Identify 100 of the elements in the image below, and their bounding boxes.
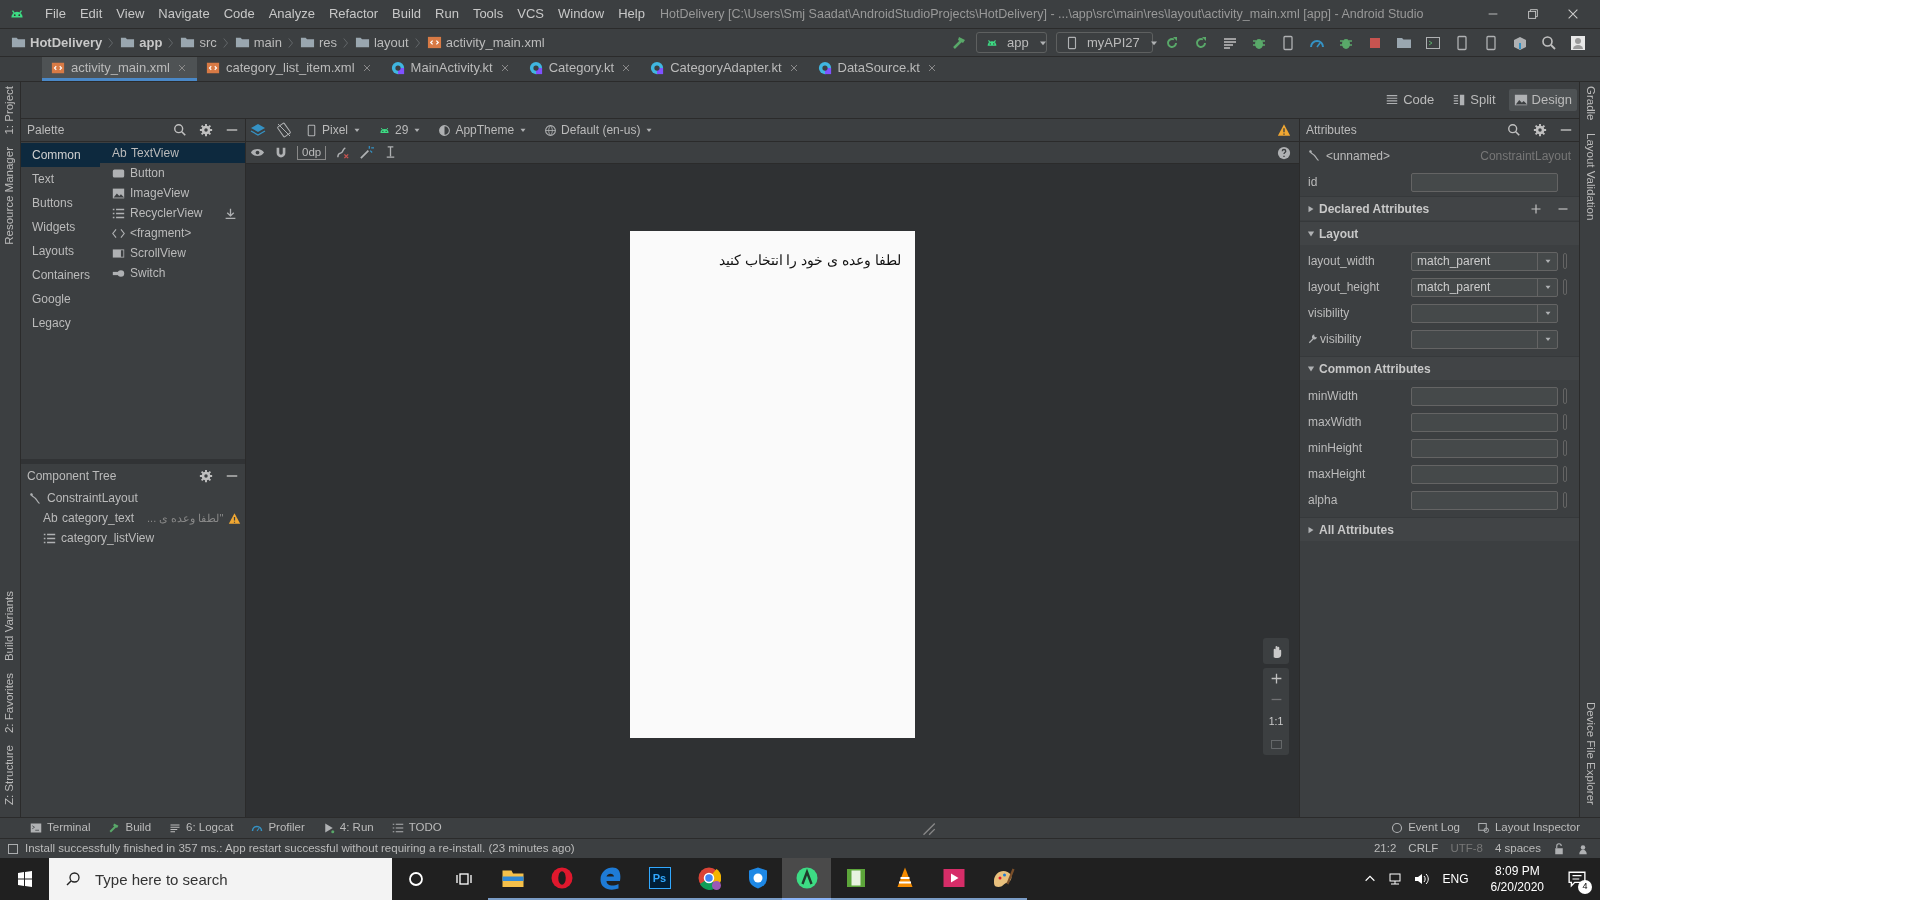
editor-tab[interactable]: DataSource.kt [808,57,947,81]
device-dropdown[interactable]: Pixel [302,120,365,140]
palette-category[interactable]: Google [21,287,100,311]
palette-category[interactable]: Legacy [21,311,100,335]
attribute-field[interactable] [1411,386,1558,406]
attribute-field[interactable] [1411,172,1558,192]
hammer-icon[interactable] [951,34,967,51]
attribute-field[interactable] [1411,438,1558,458]
clear-constraints-icon[interactable] [335,145,351,160]
tool-window-button[interactable]: Layout Validation [1581,132,1599,220]
tool-window-button[interactable]: Device File Explorer [1581,702,1599,805]
tool-window-button[interactable]: Event Log [1391,819,1460,837]
section-header[interactable]: Layout [1300,221,1579,245]
status-item[interactable]: 21:2 [1373,839,1397,858]
package-icon[interactable] [1512,34,1528,51]
palette-category[interactable]: Widgets [21,215,100,239]
menu-item[interactable]: VCS [510,4,551,24]
menu-item[interactable]: View [109,4,152,24]
menu-item[interactable]: Refactor [321,4,386,24]
zoom-actual-size[interactable]: 1:1 [1268,714,1284,730]
close-icon[interactable] [1566,7,1580,21]
palette-item[interactable]: <fragment> [100,223,245,243]
tool-window-button[interactable]: Layout Inspector [1477,819,1580,837]
tree-item[interactable]: category_listView [21,528,245,548]
menu-item[interactable]: Code [216,4,262,24]
section-header[interactable]: Common Attributes [1300,356,1579,380]
view-mode-button[interactable]: Design [1508,89,1577,111]
palette-item[interactable]: Ab TextView [100,143,245,163]
menu-item[interactable]: Window [550,4,612,24]
section-header[interactable]: Declared Attributes [1300,196,1579,220]
tool-window-button[interactable]: Build Variants [1,590,19,661]
palette-category[interactable]: Containers [21,263,100,287]
taskbar-app[interactable]: Ps [635,858,684,900]
zoom-in-icon[interactable] [1269,672,1283,685]
editor-tab[interactable]: CategoryAdapter.kt [641,57,809,81]
palette-category[interactable]: Buttons [21,191,100,215]
breadcrumb[interactable]: src [199,32,217,53]
palette-category[interactable]: Text [21,167,100,191]
breadcrumb[interactable]: main [253,32,282,53]
palette-item[interactable]: ScrollView [100,243,245,263]
help-icon[interactable] [1277,145,1291,160]
menu-item[interactable]: Help [611,4,652,24]
tool-window-button[interactable]: Resource Manager [1,146,19,245]
volume-icon[interactable] [1412,871,1429,887]
breadcrumb[interactable]: app [139,32,163,53]
tool-window-button[interactable]: 2: Favorites [1,672,19,733]
attribute-field[interactable] [1411,412,1558,432]
breadcrumb[interactable]: HotDelivery [30,32,103,53]
tool-window-button[interactable]: Terminal [30,819,91,837]
api-level-dropdown[interactable]: 29 [375,120,426,140]
search-icon[interactable] [1507,123,1521,137]
breadcrumb[interactable]: layout [373,32,409,53]
palette-item[interactable]: RecyclerView [100,203,245,223]
attribute-dropdown[interactable]: match_parent [1411,251,1558,271]
warning-icon[interactable] [1277,123,1291,137]
layers-icon[interactable] [250,122,266,138]
attribute-dropdown[interactable]: match_parent [1411,277,1558,297]
theme-dropdown[interactable]: AppTheme [435,120,532,140]
clock-time[interactable]: 8:09 PM [1494,863,1540,879]
palette-item[interactable]: Switch [100,263,245,283]
status-item[interactable]: 4 spaces [1494,839,1541,858]
magic-wand-icon[interactable] [359,145,375,160]
download-icon[interactable] [224,206,237,220]
tool-window-button[interactable]: TODO [391,819,442,837]
menu-item[interactable]: Edit [72,4,110,24]
status-item[interactable]: CRLF [1408,839,1439,858]
lock-icon[interactable] [1553,842,1565,855]
menu-item[interactable]: Tools [465,4,511,24]
margin-field[interactable]: 0dp [297,145,327,160]
editor-tab[interactable]: Category.kt [519,57,642,81]
tool-window-button[interactable]: Build [108,819,152,837]
pan-button[interactable] [1263,638,1289,664]
editor-tab[interactable]: activity_main.xml [42,57,197,81]
menu-item[interactable]: Build [385,4,428,24]
view-mode-button[interactable]: Code [1380,89,1440,111]
tool-window-button[interactable]: Gradle [1581,86,1599,121]
editor-tab[interactable]: MainActivity.kt [381,57,520,81]
network-icon[interactable] [1386,871,1403,887]
palette-category[interactable]: Common [21,143,100,167]
taskbar-search-field[interactable]: Type here to search [49,858,392,900]
tool-window-button[interactable]: Z: Structure [1,744,19,805]
emulator-icon[interactable] [1425,34,1441,51]
breadcrumb[interactable]: activity_main.xml [445,32,545,53]
settings-icon[interactable] [199,469,213,483]
user-icon[interactable] [1570,34,1586,51]
tool-window-button[interactable]: Profiler [251,819,305,837]
palette-category[interactable]: Layouts [21,239,100,263]
search-icon[interactable] [173,123,187,137]
clock-date[interactable]: 6/20/2020 [1490,879,1544,895]
menu-item[interactable]: File [38,4,73,24]
orientation-icon[interactable] [276,122,292,138]
rerun-icon[interactable] [1164,34,1180,51]
menu-item[interactable]: Navigate [151,4,217,24]
palette-item[interactable]: Button [100,163,245,183]
restore-icon[interactable] [1526,7,1540,21]
breadcrumb[interactable]: res [318,32,337,53]
palette-item[interactable]: ImageView [100,183,245,203]
search-icon[interactable] [1541,34,1557,51]
editor-tab[interactable]: category_list_item.xml [196,57,382,81]
tool-window-button[interactable]: 4: Run [322,819,374,837]
